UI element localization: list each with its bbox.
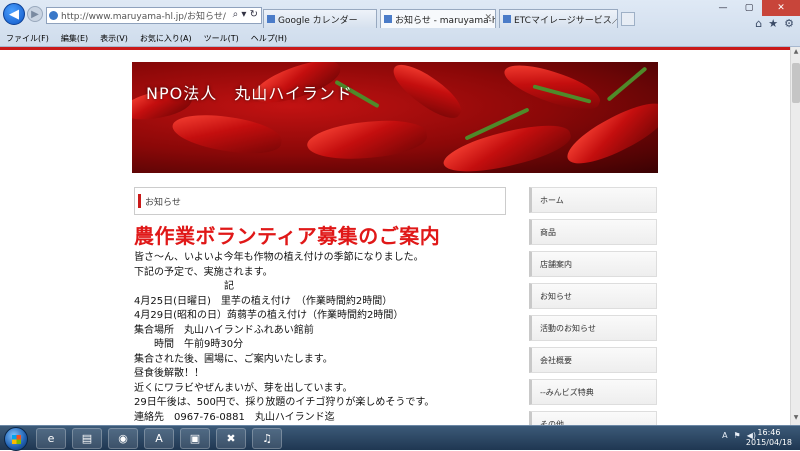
sidebar-item-activities[interactable]: 活動のお知らせ [529, 315, 657, 341]
explorer-taskbar-icon[interactable]: ▤ [72, 428, 102, 449]
calendar-icon [267, 15, 275, 23]
clock-time: 16:46 [757, 428, 781, 437]
tab-label: Google カレンダー [278, 15, 358, 26]
body-line: 集合された後、圃場に、ご案内いたします。 [134, 353, 333, 365]
site-title[interactable]: NPO法人 丸山ハイランド [146, 80, 353, 104]
sidebar-nav: ホーム 商品 店舗案内 お知らせ 活動のお知らせ 会社概要 --みんビズ特典 そ… [529, 187, 657, 425]
body-line: 4月29日(昭和の日）蒟蒻芋の植え付け（作業時間約2時間） [134, 310, 404, 321]
sidebar-item-home[interactable]: ホーム [529, 187, 657, 213]
sidebar-item-minbiz[interactable]: --みんビズ特典 [529, 379, 657, 405]
body-line: 昼食後解散！！ [134, 368, 204, 379]
article-body: 皆さ～ん、いよいよ今年も作物の植え付けの季節になりました。 下記の予定で、実施さ… [134, 251, 506, 425]
sidebar-item-products[interactable]: 商品 [529, 219, 657, 245]
close-tab-icon[interactable]: ✕ [484, 13, 492, 23]
body-line: 29日午後は、500円で、採り放題のイチゴ狩りが楽しめそうです。 [134, 397, 435, 408]
sidebar-item-news[interactable]: お知らせ [529, 283, 657, 309]
vertical-scrollbar[interactable]: ▲ ▼ [790, 47, 800, 425]
ie-taskbar-icon[interactable]: e [36, 428, 66, 449]
pepper-shape [170, 109, 284, 159]
start-button[interactable] [4, 427, 28, 451]
toolbar-icons: ⌂ ★ ⚙ [755, 17, 794, 30]
settings-gear-icon[interactable]: ⚙ [784, 17, 794, 30]
scroll-down-arrow-icon[interactable]: ▼ [792, 414, 800, 424]
firefox-taskbar-icon[interactable]: ◉ [108, 428, 138, 449]
search-refresh-icons[interactable]: ⌕ ▾ ↻ [233, 9, 258, 20]
windows-taskbar: e ▤ ◉ A ▣ ✖ ♫ A ⚑ ◀) 16:46 2015/04/18 [0, 425, 800, 451]
network-icon[interactable]: ⚑ [734, 431, 741, 440]
home-icon[interactable]: ⌂ [755, 17, 762, 30]
tab-oshirase[interactable]: お知らせ - maruyama-hl ... ✕ [380, 9, 496, 28]
article-headline: 農作業ボランティア募集のご案内 [134, 224, 441, 248]
site-tab-icon [384, 15, 392, 23]
tab-label: お知らせ - maruyama-hl ... [395, 15, 496, 26]
sidebar-item-company[interactable]: 会社概要 [529, 347, 657, 373]
body-line: 皆さ～ん、いよいよ今年も作物の植え付けの季節になりました。 [134, 252, 424, 263]
etc-tab-icon [503, 15, 511, 23]
sidebar-item-other[interactable]: その他 [529, 411, 657, 425]
tab-label: ETCマイレージサービス／自... [514, 15, 617, 26]
clock-date: 2015/04/18 [745, 438, 792, 447]
body-line: 近くにワラビやぜんまいが、芽を出しています。 [134, 382, 353, 394]
ime-icon[interactable]: A [722, 431, 727, 440]
back-button[interactable]: ◀ [3, 3, 25, 25]
header-banner-image: NPO法人 丸山ハイランド [132, 62, 658, 173]
taskbar-clock[interactable]: 16:46 2015/04/18 [746, 428, 792, 448]
menu-tools[interactable]: ツール(T) [204, 33, 239, 44]
address-bar[interactable]: http://www.maruyama-hl.jp/お知らせ/ ⌕ ▾ ↻ [46, 7, 262, 24]
menu-help[interactable]: ヘルプ(H) [251, 33, 287, 44]
menu-favorites[interactable]: お気に入り(A) [140, 33, 192, 44]
web-page: NPO法人 丸山ハイランド お知らせ 農作業ボランティア募集のご案内 皆さ～ん、… [0, 47, 790, 425]
access-taskbar-icon[interactable]: A [144, 428, 174, 449]
xampp-taskbar-icon[interactable]: ✖ [216, 428, 246, 449]
back-arrow-icon: ◀ [9, 6, 19, 22]
pepper-shape [386, 62, 468, 126]
scroll-up-arrow-icon[interactable]: ▲ [792, 48, 800, 58]
body-line: 時間 午前9時30分 [134, 339, 244, 350]
itunes-taskbar-icon[interactable]: ♫ [252, 428, 282, 449]
window-controls: — ▢ ✕ [710, 0, 800, 16]
address-url: http://www.maruyama-hl.jp/お知らせ/ [61, 12, 226, 22]
scroll-thumb[interactable] [792, 63, 800, 103]
forward-button[interactable]: ▶ [27, 6, 43, 22]
maximize-button[interactable]: ▢ [736, 0, 762, 16]
forward-arrow-icon: ▶ [31, 8, 39, 20]
menu-view[interactable]: 表示(V) [100, 33, 128, 44]
new-tab-button[interactable] [621, 12, 635, 26]
sidebar-item-store-info[interactable]: 店舗案内 [529, 251, 657, 277]
top-accent-line [0, 47, 790, 50]
stem-shape [606, 66, 648, 102]
section-label: お知らせ [145, 197, 181, 208]
media-taskbar-icon[interactable]: ▣ [180, 428, 210, 449]
body-line: 4月25日(日曜日) 里芋の植え付け （作業時間約2時間） [134, 295, 393, 307]
main-content: お知らせ 農作業ボランティア募集のご案内 皆さ～ん、いよいよ今年も作物の植え付け… [134, 187, 506, 425]
close-window-button[interactable]: ✕ [762, 0, 800, 16]
pepper-shape [305, 115, 429, 165]
favorites-star-icon[interactable]: ★ [768, 17, 778, 30]
section-heading-box: お知らせ [134, 187, 506, 215]
menu-edit[interactable]: 編集(E) [61, 33, 88, 44]
menu-bar: ファイル(F) 編集(E) 表示(V) お気に入り(A) ツール(T) ヘルプ(… [0, 30, 800, 46]
minimize-button[interactable]: — [710, 0, 736, 16]
pepper-shape [439, 116, 575, 173]
body-line: 下記の予定で、実施されます。 [134, 266, 273, 278]
menu-file[interactable]: ファイル(F) [6, 33, 49, 44]
tab-etc-mileage[interactable]: ETCマイレージサービス／自... [499, 9, 618, 28]
site-favicon-icon [49, 11, 58, 20]
browser-chrome: ◀ ▶ http://www.maruyama-hl.jp/お知らせ/ ⌕ ▾ … [0, 0, 800, 47]
body-line: 記 [134, 281, 234, 292]
tab-google-calendar[interactable]: Google カレンダー [263, 9, 377, 28]
body-line: 連絡先 0967-76-0881 丸山ハイランド迄 [134, 411, 335, 423]
body-line: 集合場所 丸山ハイランドふれあい館前 [134, 324, 314, 336]
